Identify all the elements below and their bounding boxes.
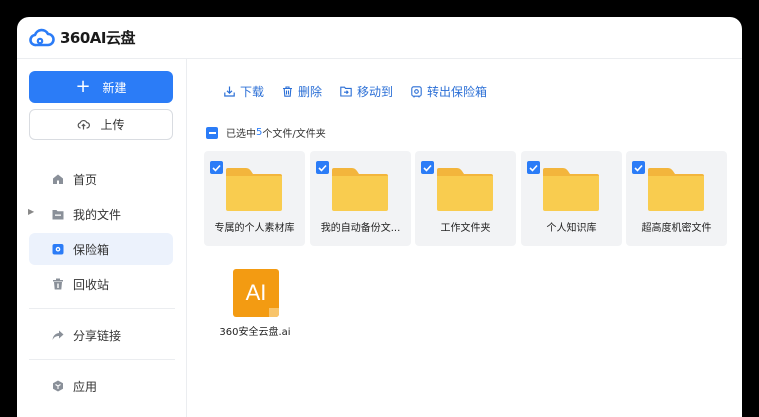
move-to-label: 移动到 <box>357 85 394 99</box>
upload-button[interactable]: 上传 <box>29 109 173 140</box>
move-out-safe-label: 转出保险箱 <box>427 85 488 99</box>
selection-info: 已选中 5 个文件/文件夹 <box>206 125 326 140</box>
sidebar: + 新建 上传 首页 ▶ 我的文件 保险箱 回收站 分享链接 应用 <box>17 59 187 417</box>
folder-name: 我的自动备份文... <box>320 223 401 234</box>
title-bar: 360AI云盘 <box>17 17 742 59</box>
folder-icon <box>648 168 704 211</box>
folder-name: 工作文件夹 <box>440 223 491 234</box>
file-corner-icon <box>269 308 279 317</box>
share-icon <box>52 329 64 341</box>
folder-icon <box>437 168 493 211</box>
app-logo[interactable]: 360AI云盘 <box>29 27 136 48</box>
toolbar: 下载 删除 移动到 转出保险箱 <box>224 83 505 100</box>
move-out-safe-button[interactable]: 转出保险箱 <box>411 83 487 100</box>
download-icon <box>224 86 235 97</box>
folder-icon <box>52 208 64 220</box>
file-name: 360安全云盘.ai <box>219 327 291 338</box>
sidebar-item-label: 我的文件 <box>73 207 122 222</box>
checkbox-checked-icon[interactable] <box>316 161 329 174</box>
checkbox-checked-icon[interactable] <box>210 161 223 174</box>
sidebar-item-label: 回收站 <box>73 277 110 292</box>
sidebar-item-my-files[interactable]: 我的文件 <box>29 198 173 230</box>
download-button[interactable]: 下载 <box>224 83 264 100</box>
main-content: 下载 删除 移动到 转出保险箱 已选中 5 个文件/文件夹 专属的个人素材库 我… <box>188 59 742 417</box>
delete-icon <box>283 86 293 97</box>
safe-icon <box>52 243 64 255</box>
checkbox-checked-icon[interactable] <box>632 161 645 174</box>
sidebar-item-label: 应用 <box>73 379 98 394</box>
selection-prefix: 已选中 <box>226 129 256 140</box>
select-all-checkbox[interactable] <box>206 126 218 139</box>
selection-suffix: 个文件/文件夹 <box>262 129 326 140</box>
folder-tile[interactable]: 工作文件夹 <box>415 151 516 246</box>
move-folder-icon <box>340 86 352 97</box>
sidebar-item-apps[interactable]: 应用 <box>29 370 173 402</box>
apps-icon <box>52 380 64 392</box>
delete-button[interactable]: 删除 <box>282 83 322 100</box>
plus-icon: + <box>75 76 91 97</box>
folder-icon <box>543 168 599 211</box>
folder-tile[interactable]: 超高度机密文件 <box>626 151 727 246</box>
sidebar-item-label: 分享链接 <box>73 328 122 343</box>
sidebar-divider <box>29 359 175 360</box>
cloud-logo-icon <box>29 28 55 46</box>
upload-button-label: 上传 <box>100 118 125 132</box>
delete-label: 删除 <box>298 85 323 99</box>
app-window: 360AI云盘 + 新建 上传 首页 ▶ 我的文件 保险箱 回收站 分享链接 应… <box>17 17 742 417</box>
upload-cloud-icon <box>78 119 91 130</box>
trash-icon <box>52 278 64 290</box>
home-icon <box>52 173 64 185</box>
app-title: 360AI云盘 <box>60 29 136 47</box>
sidebar-item-label: 保险箱 <box>73 242 110 257</box>
new-button-label: 新建 <box>102 80 127 95</box>
folder-name: 专属的个人素材库 <box>214 223 295 234</box>
sidebar-item-home[interactable]: 首页 <box>29 163 173 195</box>
folder-tile[interactable]: 我的自动备份文... <box>310 151 411 246</box>
folder-icon <box>226 168 282 211</box>
move-to-button[interactable]: 移动到 <box>340 83 393 100</box>
checkbox-checked-icon[interactable] <box>421 161 434 174</box>
sidebar-item-safe[interactable]: 保险箱 <box>29 233 173 265</box>
file-tile[interactable]: AI 360安全云盘.ai <box>219 265 324 360</box>
move-out-safe-icon <box>411 85 422 97</box>
sidebar-divider <box>29 308 175 309</box>
sidebar-item-trash[interactable]: 回收站 <box>29 268 173 300</box>
sidebar-item-label: 首页 <box>73 172 98 187</box>
new-button[interactable]: + 新建 <box>29 71 173 103</box>
folder-tile[interactable]: 专属的个人素材库 <box>204 151 305 246</box>
checkbox-checked-icon[interactable] <box>527 161 540 174</box>
folder-tile[interactable]: 个人知识库 <box>521 151 622 246</box>
folder-name: 个人知识库 <box>546 223 597 234</box>
folder-name: 超高度机密文件 <box>641 223 712 234</box>
folder-icon <box>332 168 388 211</box>
sidebar-item-share-links[interactable]: 分享链接 <box>29 319 173 351</box>
download-label: 下载 <box>240 85 265 99</box>
